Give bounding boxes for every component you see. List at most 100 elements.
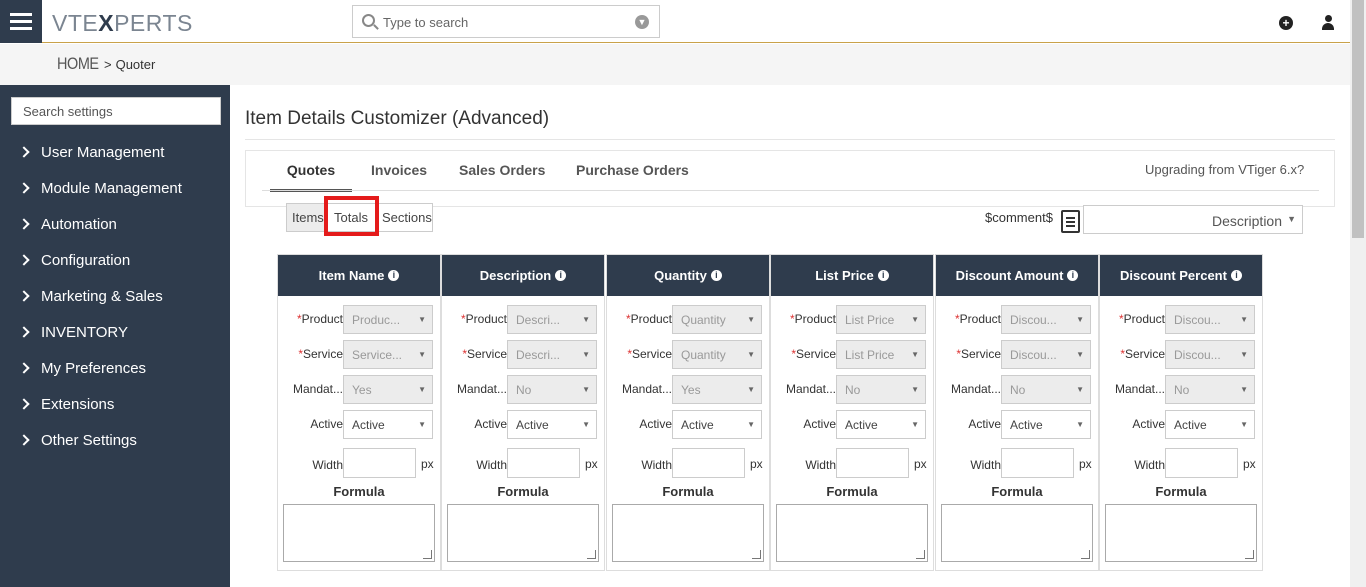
- sidebar-item-inventory[interactable]: INVENTORY: [18, 322, 128, 342]
- dropdown-arrow-icon: ▼: [911, 315, 919, 324]
- product-select[interactable]: Discou... ▼: [1165, 305, 1255, 334]
- tab-invoices[interactable]: Invoices: [371, 162, 427, 192]
- formula-textarea[interactable]: [776, 504, 928, 562]
- active-select[interactable]: Active ▼: [1001, 410, 1091, 439]
- settings-search-input[interactable]: Search settings: [11, 97, 221, 125]
- mandatory-label: Mandat...: [621, 382, 672, 396]
- column-header: Discount Percent i: [1100, 255, 1262, 296]
- service-select[interactable]: Service... ▼: [343, 340, 433, 369]
- mandatory-select[interactable]: Yes ▼: [343, 375, 433, 404]
- column-header: List Price i: [771, 255, 933, 296]
- width-input[interactable]: [672, 448, 745, 478]
- chevron-right-icon: [18, 218, 30, 230]
- product-label: *Product: [954, 312, 1001, 326]
- mandatory-select[interactable]: Yes ▼: [672, 375, 762, 404]
- column-card: List Price i *Product List Price ▼ *Service Li…: [770, 254, 934, 571]
- active-select[interactable]: Active ▼: [836, 410, 926, 439]
- mandatory-label: Mandat...: [950, 382, 1001, 396]
- sidebar-item-user-management[interactable]: User Management: [18, 142, 164, 162]
- info-icon[interactable]: i: [1230, 270, 1242, 281]
- info-icon[interactable]: i: [555, 270, 567, 281]
- sidebar-item-automation[interactable]: Automation: [18, 214, 117, 234]
- description-select[interactable]: Description ▼: [1083, 205, 1303, 234]
- subtab-items-button[interactable]: Items: [286, 203, 326, 232]
- mandatory-select[interactable]: No ▼: [507, 375, 597, 404]
- service-select[interactable]: Discou... ▼: [1165, 340, 1255, 369]
- formula-textarea[interactable]: [612, 504, 764, 562]
- active-select[interactable]: Active ▼: [1165, 410, 1255, 439]
- tab-quotes[interactable]: Quotes: [270, 162, 352, 192]
- mandatory-select[interactable]: No ▼: [836, 375, 926, 404]
- product-select[interactable]: Quantity ▼: [672, 305, 762, 334]
- column-header: Discount Amount i: [936, 255, 1098, 296]
- formula-textarea[interactable]: [447, 504, 599, 562]
- info-icon[interactable]: i: [388, 270, 400, 281]
- dropdown-arrow-icon: ▼: [418, 385, 426, 394]
- scrollbar-thumb[interactable]: [1352, 0, 1364, 238]
- active-select[interactable]: Active ▼: [343, 410, 433, 439]
- sidebar-item-my-preferences[interactable]: My Preferences: [18, 358, 146, 378]
- info-icon[interactable]: i: [1067, 270, 1079, 281]
- sidebar-item-module-management[interactable]: Module Management: [18, 178, 182, 198]
- user-icon[interactable]: [1322, 15, 1334, 30]
- product-label: *Product: [789, 312, 836, 326]
- add-icon[interactable]: +: [1279, 16, 1293, 30]
- document-icon[interactable]: [1061, 210, 1080, 233]
- active-select[interactable]: Active ▼: [507, 410, 597, 439]
- tab-sales-orders[interactable]: Sales Orders: [459, 162, 545, 192]
- dropdown-arrow-icon: ▼: [582, 385, 590, 394]
- width-label: Width: [641, 458, 672, 472]
- width-input[interactable]: [343, 448, 416, 478]
- service-label: *Service: [462, 347, 507, 361]
- tab-purchase-orders[interactable]: Purchase Orders: [576, 162, 689, 192]
- sidebar-item-other-settings[interactable]: Other Settings: [18, 430, 137, 450]
- info-icon[interactable]: i: [877, 270, 889, 281]
- column-card: Discount Amount i *Product Discou... ▼ *Servi…: [935, 254, 1099, 571]
- product-select[interactable]: Discou... ▼: [1001, 305, 1091, 334]
- service-select[interactable]: List Price ▼: [836, 340, 926, 369]
- width-input[interactable]: [836, 448, 909, 478]
- product-select[interactable]: List Price ▼: [836, 305, 926, 334]
- info-icon[interactable]: i: [710, 270, 722, 281]
- mandatory-select[interactable]: No ▼: [1165, 375, 1255, 404]
- dropdown-arrow-icon: ▼: [911, 350, 919, 359]
- hamburger-menu-icon[interactable]: [0, 0, 42, 43]
- sidebar-item-extensions[interactable]: Extensions: [18, 394, 114, 414]
- width-input[interactable]: [1165, 448, 1238, 478]
- width-input[interactable]: [1001, 448, 1074, 478]
- search-icon: [362, 14, 375, 27]
- breadcrumb-home[interactable]: HOME: [57, 54, 99, 74]
- product-label: *Product: [625, 312, 672, 326]
- tabs-divider: [262, 190, 1319, 191]
- sidebar-item-configuration[interactable]: Configuration: [18, 250, 130, 270]
- chevron-right-icon: [18, 182, 30, 194]
- sidebar-item-marketing-sales[interactable]: Marketing & Sales: [18, 286, 163, 306]
- service-label: *Service: [956, 347, 1001, 361]
- chevron-down-icon[interactable]: ▼: [635, 15, 649, 29]
- width-input[interactable]: [507, 448, 580, 478]
- service-select[interactable]: Quantity ▼: [672, 340, 762, 369]
- dropdown-arrow-icon: ▼: [418, 350, 426, 359]
- subtab-sections-button[interactable]: Sections: [376, 203, 433, 232]
- mandatory-select[interactable]: No ▼: [1001, 375, 1091, 404]
- formula-textarea[interactable]: [283, 504, 435, 562]
- service-select[interactable]: Descri... ▼: [507, 340, 597, 369]
- vtexperts-logo[interactable]: VTEXPERTS: [52, 10, 193, 37]
- formula-textarea[interactable]: [1105, 504, 1257, 562]
- service-label: *Service: [1120, 347, 1165, 361]
- service-label: *Service: [298, 347, 343, 361]
- active-select[interactable]: Active ▼: [672, 410, 762, 439]
- breadcrumb-separator: >: [104, 56, 112, 72]
- product-select[interactable]: Descri... ▼: [507, 305, 597, 334]
- formula-label: Formula: [333, 484, 385, 499]
- formula-label: Formula: [497, 484, 549, 499]
- chevron-right-icon: [18, 146, 30, 158]
- product-select[interactable]: Produc... ▼: [343, 305, 433, 334]
- active-label: Active: [310, 417, 343, 431]
- dropdown-arrow-icon: ▼: [1240, 385, 1248, 394]
- upgrade-link[interactable]: Upgrading from VTiger 6.x?: [1145, 162, 1304, 177]
- global-search-input[interactable]: Type to search ▼: [352, 5, 660, 38]
- service-select[interactable]: Discou... ▼: [1001, 340, 1091, 369]
- formula-textarea[interactable]: [941, 504, 1093, 562]
- page-scrollbar[interactable]: [1350, 0, 1366, 587]
